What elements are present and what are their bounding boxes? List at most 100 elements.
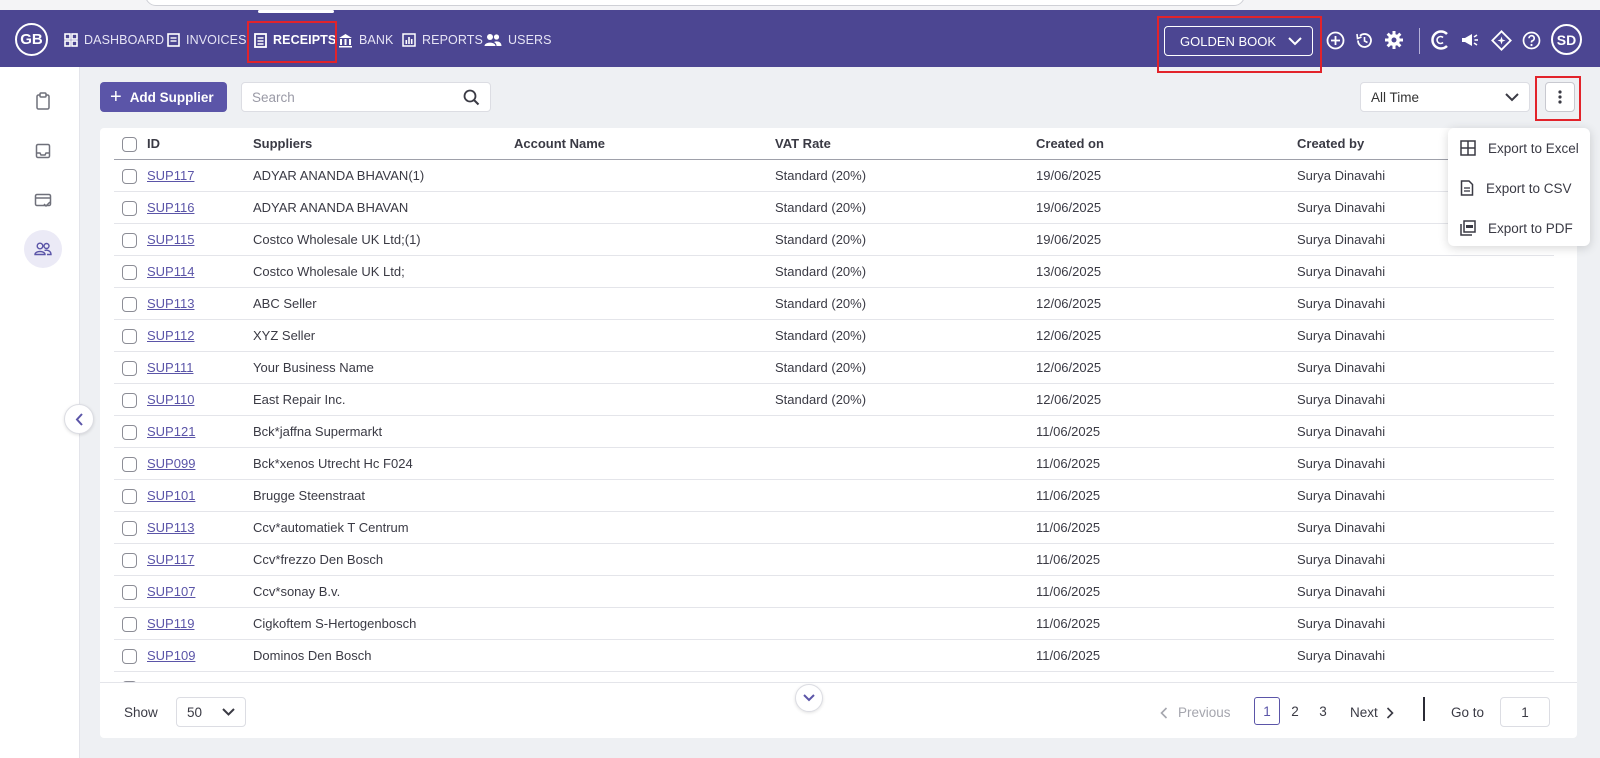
diamond-sparkle-icon[interactable]: [1490, 29, 1512, 51]
nav-receipts[interactable]: RECEIPTS: [254, 10, 336, 50]
supplier-id-link[interactable]: SUP117: [147, 552, 194, 567]
supplier-id-link[interactable]: SUP107: [147, 584, 195, 599]
table-row[interactable]: SUP121 Bck*jaffna Supermarkt 11/06/2025 Sur…: [114, 416, 1554, 448]
row-checkbox[interactable]: [122, 393, 137, 408]
column-header-created-by[interactable]: Created by: [1297, 136, 1364, 151]
brand-c-icon[interactable]: [1430, 29, 1452, 51]
row-checkbox[interactable]: [122, 425, 137, 440]
more-options-button[interactable]: [1545, 82, 1575, 112]
nav-invoices[interactable]: INVOICES: [167, 30, 247, 50]
nav-users[interactable]: USERS: [484, 30, 552, 50]
search-icon[interactable]: [463, 89, 480, 106]
row-checkbox[interactable]: [122, 457, 137, 472]
nav-reports[interactable]: REPORTS: [402, 30, 483, 50]
table-row[interactable]: SUP119 Cigkoftem S-Hertogenbosch 11/06/202…: [114, 608, 1554, 640]
export-menu: Export to Excel Export to CSV Export to …: [1448, 128, 1590, 246]
add-supplier-button[interactable]: + Add Supplier: [100, 82, 227, 112]
export-excel-item[interactable]: Export to Excel: [1460, 136, 1579, 160]
sidebar-collapse-button[interactable]: [64, 404, 94, 434]
settings-gear-icon[interactable]: [1383, 29, 1405, 51]
created-on: 11/06/2025: [1036, 584, 1101, 599]
row-checkbox[interactable]: [122, 489, 137, 504]
row-checkbox[interactable]: [122, 201, 137, 216]
brand-logo[interactable]: GB: [15, 23, 48, 56]
table-row[interactable]: SUP101 Brugge Steenstraat 11/06/2025 Surya …: [114, 480, 1554, 512]
supplier-id-link[interactable]: SUP113: [147, 520, 194, 535]
table-row[interactable]: SUP117 ADYAR ANANDA BHAVAN(1) Standard (20…: [114, 160, 1554, 192]
supplier-name: Ccv*sonay B.v.: [253, 584, 341, 599]
supplier-id-link[interactable]: SUP116: [147, 200, 194, 215]
table-row[interactable]: SUP109 Dominos Den Bosch 11/06/2025 Surya D…: [114, 640, 1554, 672]
plus-icon: +: [110, 86, 122, 108]
inbox-icon[interactable]: [28, 136, 58, 166]
page-size-dropdown[interactable]: 50: [176, 697, 246, 727]
row-checkbox[interactable]: [122, 553, 137, 568]
next-page-button[interactable]: Next: [1350, 705, 1394, 720]
table-row[interactable]: SUP110 East Repair Inc. Standard (20%) 12/0…: [114, 384, 1554, 416]
supplier-id-link[interactable]: SUP121: [147, 424, 195, 439]
goto-page-input[interactable]: 1: [1500, 697, 1550, 727]
supplier-id-link[interactable]: SUP109: [147, 648, 195, 663]
row-checkbox[interactable]: [122, 585, 137, 600]
page-button-1[interactable]: 1: [1254, 697, 1280, 725]
table-row[interactable]: SUP111 Your Business Name Standard (20%) 12…: [114, 352, 1554, 384]
row-checkbox[interactable]: [122, 329, 137, 344]
table-row[interactable]: SUP117 Ccv*frezzo Den Bosch 11/06/2025 Sury…: [114, 544, 1554, 576]
supplier-id-link[interactable]: SUP110: [147, 392, 194, 407]
add-circle-icon[interactable]: [1324, 29, 1346, 51]
supplier-id-link[interactable]: SUP117: [147, 168, 194, 183]
select-all-checkbox[interactable]: [122, 137, 137, 152]
row-checkbox[interactable]: [122, 649, 137, 664]
table-row[interactable]: SUP115 Costco Wholesale UK Ltd;(1) Standar…: [114, 224, 1554, 256]
supplier-id-link[interactable]: SUP119: [147, 616, 194, 631]
table-row[interactable]: SUP105Gulli11/06/2025Surya Dinavahi: [114, 672, 1554, 682]
card-check-icon[interactable]: [28, 186, 58, 216]
book-selector[interactable]: GOLDEN BOOK: [1164, 26, 1313, 56]
supplier-name: ABC Seller: [253, 296, 317, 311]
nav-bank[interactable]: BANK: [338, 30, 393, 50]
nav-dashboard[interactable]: DASHBOARD: [64, 30, 164, 50]
supplier-id-link[interactable]: SUP114: [147, 264, 194, 279]
dashboard-icon: [64, 33, 78, 47]
table-row[interactable]: SUP113 Ccv*automatiek T Centrum 11/06/2025…: [114, 512, 1554, 544]
previous-page-button[interactable]: Previous: [1160, 705, 1231, 720]
row-checkbox[interactable]: [122, 521, 137, 536]
column-header-created-on[interactable]: Created on: [1036, 136, 1104, 151]
page-button-3[interactable]: 3: [1310, 697, 1336, 725]
created-on: 19/06/2025: [1036, 168, 1102, 183]
table-row[interactable]: SUP107 Ccv*sonay B.v. 11/06/2025 Surya Dina…: [114, 576, 1554, 608]
megaphone-icon[interactable]: [1459, 29, 1481, 51]
supplier-id-link[interactable]: SUP113: [147, 296, 194, 311]
column-header-suppliers[interactable]: Suppliers: [253, 136, 312, 151]
table-row[interactable]: SUP116 ADYAR ANANDA BHAVAN Standard (20%) 1…: [114, 192, 1554, 224]
help-icon[interactable]: [1520, 29, 1542, 51]
table-row[interactable]: SUP112 XYZ Seller Standard (20%) 12/06/2025…: [114, 320, 1554, 352]
supplier-id-link[interactable]: SUP112: [147, 328, 194, 343]
time-filter-dropdown[interactable]: All Time: [1360, 82, 1530, 112]
history-icon[interactable]: [1353, 29, 1375, 51]
column-header-id[interactable]: ID: [147, 136, 160, 151]
supplier-id-link[interactable]: SUP101: [147, 488, 195, 503]
column-header-account-name[interactable]: Account Name: [514, 136, 605, 151]
suppliers-users-icon[interactable]: [24, 230, 62, 268]
row-checkbox[interactable]: [122, 617, 137, 632]
table-row[interactable]: SUP114 Costco Wholesale UK Ltd; Standard (…: [114, 256, 1554, 288]
table-row[interactable]: SUP113 ABC Seller Standard (20%) 12/06/2025…: [114, 288, 1554, 320]
supplier-id-link[interactable]: SUP115: [147, 232, 194, 247]
table-row[interactable]: SUP099 Bck*xenos Utrecht Hc F024 11/06/202…: [114, 448, 1554, 480]
search-input[interactable]: [252, 83, 452, 111]
row-checkbox[interactable]: [122, 265, 137, 280]
page-button-2[interactable]: 2: [1282, 697, 1308, 725]
export-csv-item[interactable]: Export to CSV: [1460, 176, 1572, 200]
supplier-id-link[interactable]: SUP099: [147, 456, 195, 471]
row-checkbox[interactable]: [122, 361, 137, 376]
row-checkbox[interactable]: [122, 297, 137, 312]
row-checkbox[interactable]: [122, 233, 137, 248]
export-pdf-item[interactable]: Export to PDF: [1460, 216, 1573, 240]
user-avatar[interactable]: SD: [1551, 24, 1582, 55]
row-checkbox[interactable]: [122, 169, 137, 184]
column-header-vat-rate[interactable]: VAT Rate: [775, 136, 831, 151]
supplier-name: Brugge Steenstraat: [253, 488, 366, 503]
supplier-id-link[interactable]: SUP111: [147, 360, 194, 375]
clipboard-icon[interactable]: [28, 86, 58, 116]
